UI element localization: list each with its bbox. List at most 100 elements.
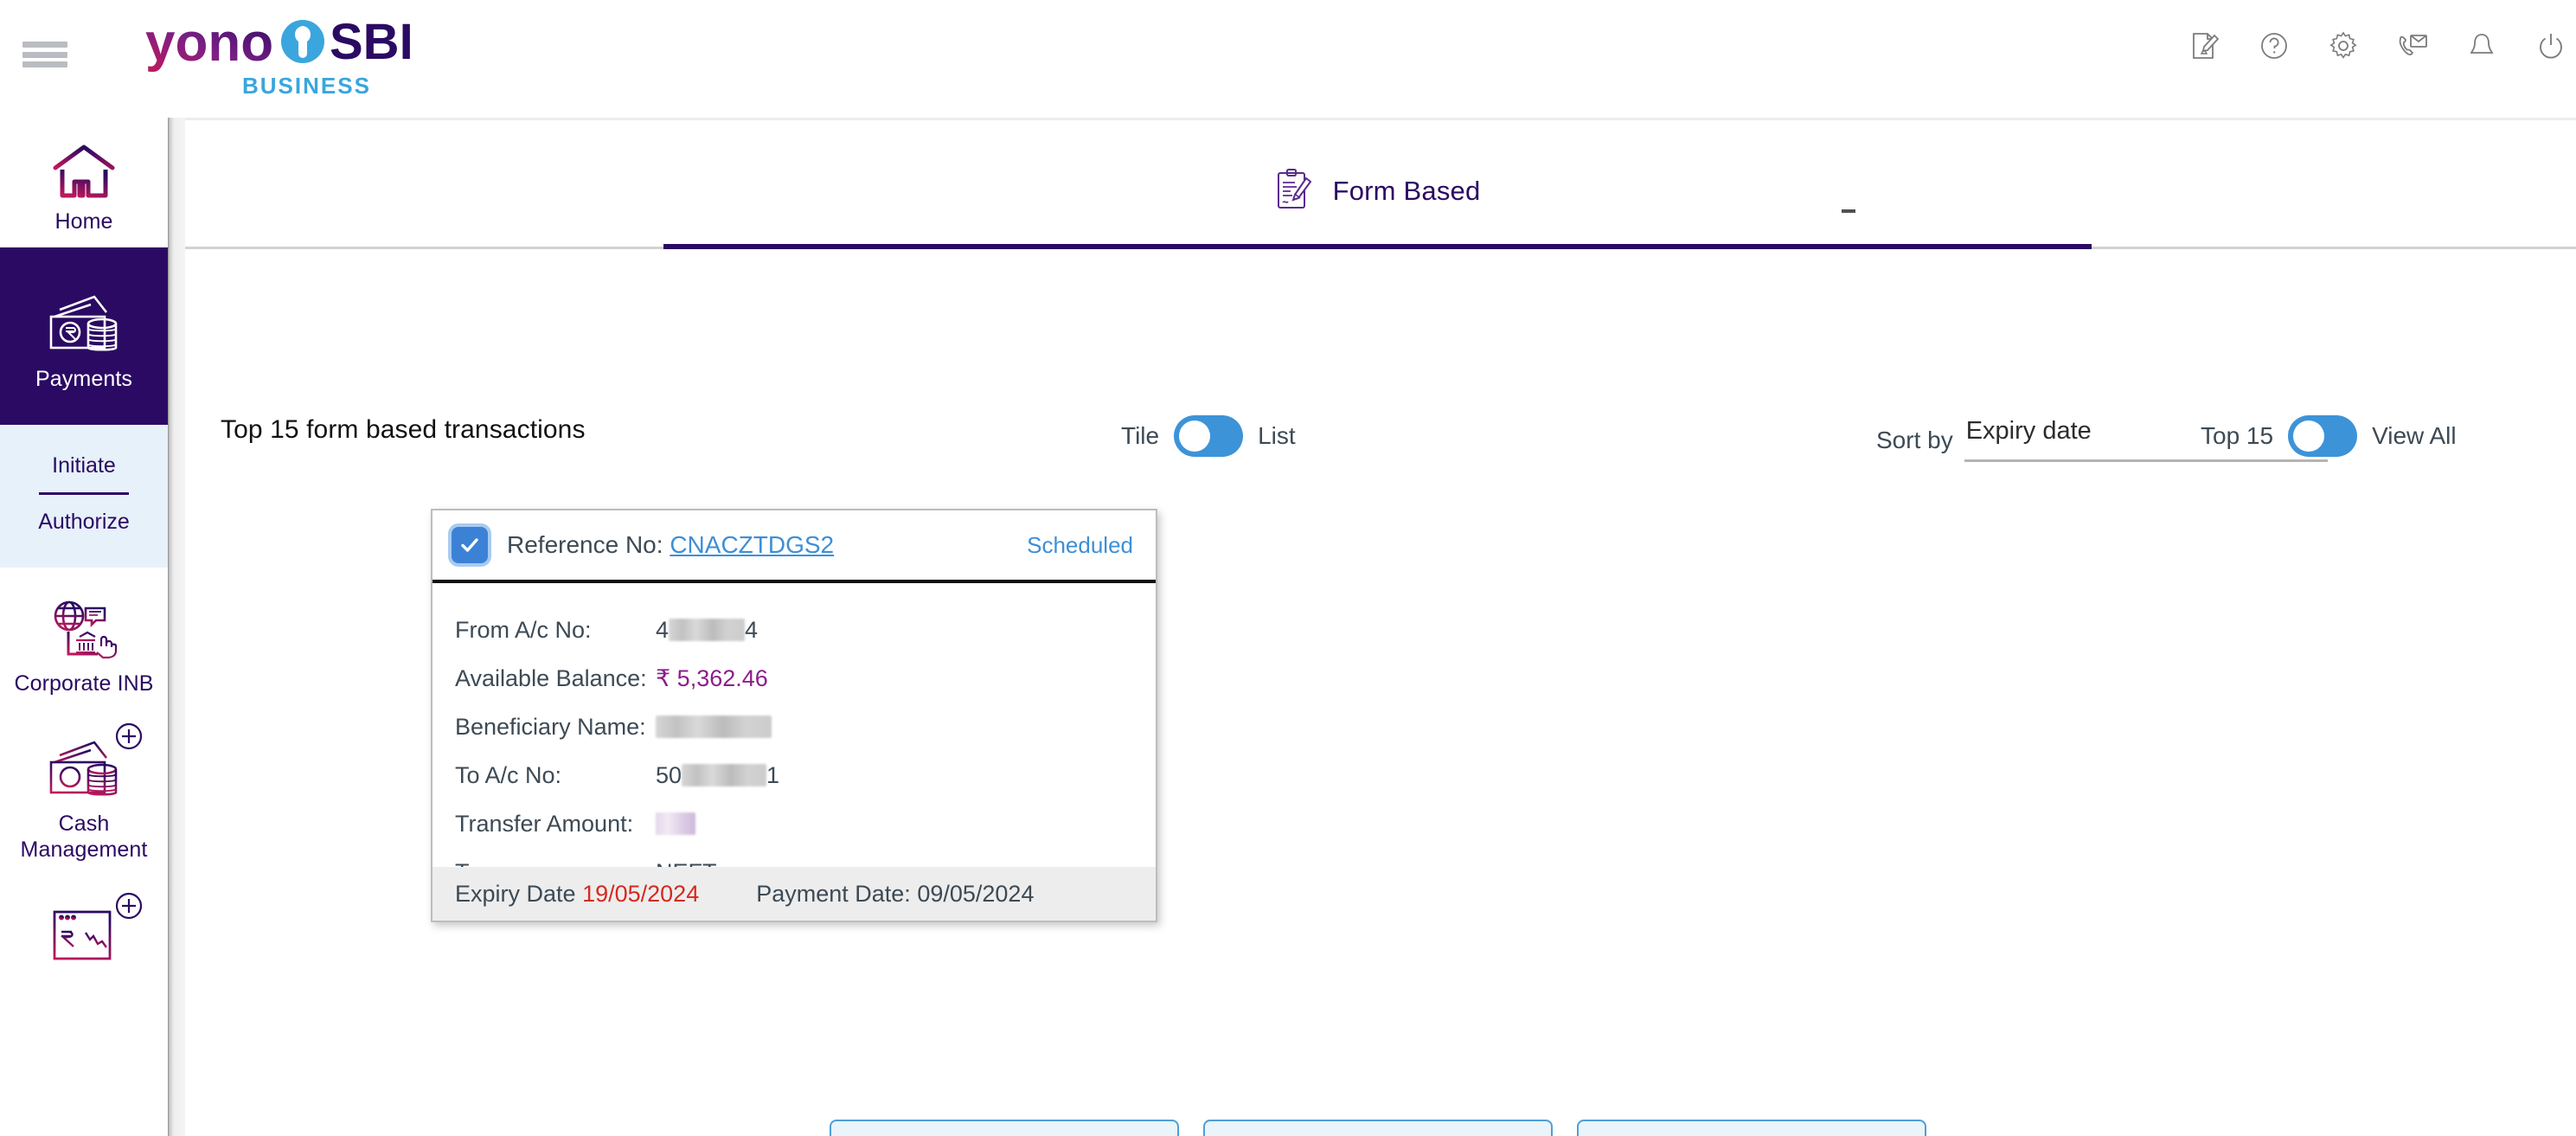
redacted-value: [669, 619, 746, 641]
list-controls: Top 15 form based transactions Tile List…: [185, 401, 2576, 471]
redacted-value: [682, 764, 767, 786]
list-label: List: [1258, 422, 1296, 449]
payments-icon: [44, 291, 124, 358]
payment-date-value: 09/05/2024: [917, 880, 1035, 907]
sidebar-item-label: Home: [54, 209, 113, 234]
checkbox-box: [452, 527, 488, 563]
yono-sbi-business-logo: yono SBI BUSINESS: [145, 12, 439, 106]
sidebar-item-market-rates[interactable]: [0, 874, 168, 978]
field-label: Beneficiary Name:: [455, 713, 646, 740]
help-icon[interactable]: [2256, 28, 2292, 64]
status-badge[interactable]: Scheduled: [1027, 532, 1133, 559]
corporate-inb-icon: [48, 599, 120, 663]
expiry-date-value: 19/05/2024: [582, 880, 700, 907]
field-label: From A/c No:: [455, 616, 592, 643]
sidebar-item-label: Corporate INB: [14, 671, 154, 696]
expiry-date-block: Expiry Date 19/05/2024: [455, 881, 699, 908]
sidebar-item-label: Cash Management: [20, 811, 148, 862]
redacted-value: [656, 812, 695, 835]
expiry-date-label: Expiry Date: [455, 880, 576, 907]
main-content: Form Based Top 15 form based transaction…: [185, 118, 2576, 1136]
sidebar-item-home[interactable]: Home: [0, 118, 168, 247]
sidebar-subitem-initiate[interactable]: Initiate: [0, 439, 168, 492]
logout-icon[interactable]: [2533, 28, 2569, 64]
transaction-field-row: From A/c No: 4 4: [433, 606, 1156, 654]
svg-text:SBI: SBI: [330, 14, 413, 70]
field-value: [656, 812, 695, 835]
toggle-knob: [2293, 420, 2325, 452]
sidebar-item-corporate-inb[interactable]: Corporate INB: [0, 568, 168, 704]
check-icon: [461, 538, 478, 552]
tab-form-based[interactable]: Form Based: [663, 144, 2092, 239]
transaction-card-header: Reference No: CNACZTDGS2 Scheduled: [433, 510, 1156, 583]
top-header: yono SBI BUSINESS: [0, 0, 2576, 118]
notifications-icon[interactable]: [2464, 28, 2500, 64]
form-clipboard-icon: [1275, 168, 1313, 215]
field-label: Available Balance:: [455, 664, 647, 691]
field-label: To A/c No:: [455, 761, 562, 788]
home-icon: [52, 144, 116, 201]
transaction-field-row: Beneficiary Name:: [433, 703, 1156, 751]
reference-no-link[interactable]: CNACZTDGS2: [670, 531, 834, 558]
reference-no-block: Reference No: CNACZTDGS2: [507, 531, 834, 559]
reference-no-label: Reference No:: [507, 531, 663, 558]
complaint-icon[interactable]: [2187, 28, 2223, 64]
transaction-card[interactable]: Reference No: CNACZTDGS2 Scheduled From …: [431, 509, 1157, 922]
tile-label: Tile: [1121, 422, 1160, 449]
contact-us-icon[interactable]: [2394, 28, 2431, 64]
sidebar-item-cash-management[interactable]: Cash Management: [0, 704, 168, 874]
sidebar-subitem-authorize[interactable]: Authorize: [0, 495, 168, 549]
toggle-knob: [1179, 420, 1211, 452]
payment-date-label: Payment Date:: [756, 880, 911, 907]
sort-by-label: Sort by: [1876, 427, 1953, 453]
list-title: Top 15 form based transactions: [221, 415, 586, 444]
svg-text:yono: yono: [145, 13, 273, 73]
transaction-select-checkbox[interactable]: [448, 523, 491, 567]
expand-plus-icon[interactable]: [114, 722, 144, 751]
content-top-shade: [185, 118, 2576, 120]
tab-label: Form Based: [1332, 176, 1481, 206]
field-value: 44: [656, 617, 758, 644]
count-toggle-group: Top 15 View All: [2201, 415, 2457, 457]
cash-management-icon: [44, 737, 124, 803]
sort-by-value: Expiry date: [1965, 417, 2092, 445]
top15-viewall-toggle[interactable]: [2288, 415, 2358, 457]
field-value-text: 50: [656, 761, 682, 788]
transaction-card-footer: Expiry Date 19/05/2024 Payment Date: 09/…: [433, 867, 1156, 921]
sidebar-item-payments[interactable]: Payments: [0, 247, 168, 425]
approve-button[interactable]: APPROVE: [1577, 1120, 1926, 1136]
field-value: ₹ 5,362.46: [656, 665, 768, 692]
active-tab-underline: [663, 244, 2092, 249]
sidebar-item-label: Payments: [35, 367, 132, 391]
left-sidebar: Home Payments Initiate Authorize Corpora…: [0, 118, 168, 1136]
sidebar-scroll-gutter[interactable]: [168, 118, 185, 1136]
tab-strip: Form Based: [185, 133, 2576, 254]
tile-list-toggle[interactable]: [1174, 415, 1244, 457]
transaction-field-list: From A/c No: 4 4 Available Balance: ₹ 5,362.…: [433, 583, 1156, 912]
view-mode-toggle-group: Tile List: [1121, 415, 1296, 457]
transaction-field-row: To A/c No: 50 1: [433, 751, 1156, 799]
view-all-label: View All: [2372, 422, 2457, 449]
transaction-field-row: Transfer Amount:: [433, 799, 1156, 848]
payment-date-block: Payment Date: 09/05/2024: [756, 881, 1034, 908]
field-value-text: 4: [656, 616, 670, 643]
expand-plus-icon[interactable]: [114, 891, 144, 921]
hamburger-menu-icon[interactable]: [22, 36, 67, 73]
market-rates-icon: [51, 908, 117, 966]
field-value-suffix: 4: [745, 616, 759, 643]
svg-text:BUSINESS: BUSINESS: [242, 73, 371, 99]
field-value-text: ₹ 5,362.46: [656, 664, 768, 691]
action-button-row: REJECT RESCHEDULE APPROVE: [185, 1120, 2576, 1136]
reschedule-button[interactable]: RESCHEDULE: [1203, 1120, 1553, 1136]
settings-icon[interactable]: [2325, 28, 2361, 64]
payments-submenu: Initiate Authorize: [0, 425, 168, 568]
header-icon-group: [2187, 28, 2569, 64]
transaction-field-row: Available Balance: ₹ 5,362.46: [433, 654, 1156, 703]
field-value: [656, 716, 772, 738]
top15-label: Top 15: [2201, 422, 2274, 449]
field-value: 50 1: [656, 762, 779, 789]
reject-button[interactable]: REJECT: [830, 1120, 1179, 1136]
app-screen: yono SBI BUSINESS Home Payments Initiate…: [0, 0, 2576, 1136]
redacted-value: [656, 716, 772, 738]
field-label: Transfer Amount:: [455, 810, 634, 837]
